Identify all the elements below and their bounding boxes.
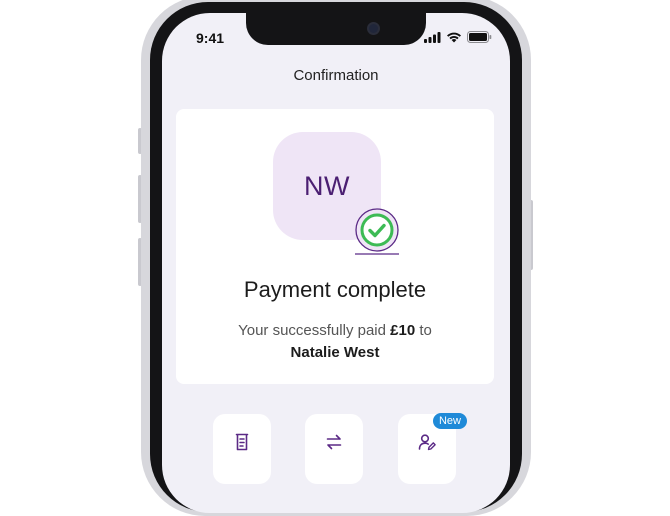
new-badge: New bbox=[433, 413, 467, 429]
receipt-button[interactable] bbox=[213, 414, 271, 484]
payment-status-heading: Payment complete bbox=[243, 277, 427, 302]
recipient-name: Natalie West bbox=[290, 344, 380, 361]
battery-icon bbox=[467, 31, 492, 43]
wifi-icon bbox=[447, 32, 461, 42]
message-connector: to bbox=[419, 322, 432, 339]
payment-amount: £10 bbox=[390, 322, 416, 339]
transfer-icon bbox=[326, 434, 342, 450]
message-prefix: Your successfully paid bbox=[238, 322, 386, 339]
phone-notch bbox=[246, 13, 426, 45]
payment-description: Your successfully paid £10 to Natalie We… bbox=[176, 320, 494, 364]
avatar-initials: NW bbox=[304, 170, 350, 201]
signal-icon bbox=[424, 31, 441, 43]
edit-contact-icon bbox=[418, 434, 436, 451]
front-camera bbox=[369, 24, 378, 33]
page-title: Confirmation bbox=[293, 67, 379, 84]
status-icons bbox=[424, 31, 492, 43]
receipt-icon bbox=[235, 433, 249, 451]
phone-screen: 9:41 Confirmation NW Payment complete Yo… bbox=[162, 13, 510, 513]
transfer-button[interactable] bbox=[305, 414, 363, 484]
success-check-icon bbox=[352, 207, 402, 257]
status-time: 9:41 bbox=[196, 30, 225, 46]
confirmation-card: NW Payment complete Your successfully pa… bbox=[176, 109, 494, 384]
